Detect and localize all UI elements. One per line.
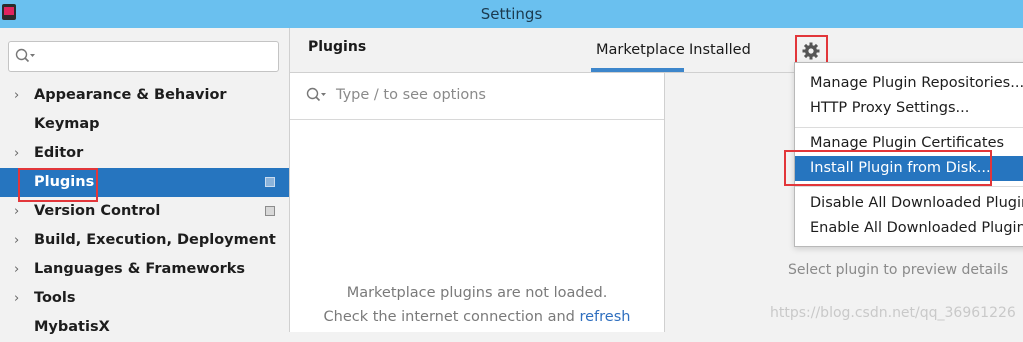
gear-dropdown-menu: Manage Plugin Repositories... HTTP Proxy…: [794, 62, 1023, 247]
sidebar-item-keymap[interactable]: Keymap: [0, 110, 289, 139]
chevron-right-icon: ›: [14, 233, 20, 248]
search-icon: [306, 87, 328, 107]
tab-installed[interactable]: Installed: [689, 42, 751, 58]
connection-message-text: Check the internet connection and: [323, 309, 580, 325]
menu-separator: [795, 186, 1023, 187]
refresh-link[interactable]: refresh: [579, 309, 630, 325]
menu-item-manage-plugin-certificates[interactable]: Manage Plugin Certificates: [795, 131, 1023, 156]
page-title: Plugins: [308, 39, 367, 55]
sidebar-item-plugins[interactable]: Plugins: [0, 168, 289, 197]
sidebar-item-editor[interactable]: › Editor: [0, 139, 289, 168]
settings-sidebar: › Appearance & Behavior Keymap › Editor …: [0, 28, 290, 335]
settings-search-input[interactable]: [8, 41, 279, 72]
chevron-right-icon: ›: [14, 291, 20, 306]
options-search-placeholder: Type / to see options: [336, 87, 486, 103]
window-titlebar: Settings: [0, 0, 1023, 28]
menu-item-enable-all-downloaded-plugins[interactable]: Enable All Downloaded Plugins: [795, 216, 1023, 241]
options-search-input[interactable]: Type / to see options: [290, 73, 664, 120]
sidebar-item-appearance-behavior[interactable]: › Appearance & Behavior: [0, 81, 289, 110]
sidebar-item-tools[interactable]: › Tools: [0, 284, 289, 313]
gear-icon[interactable]: [800, 40, 822, 62]
sidebar-item-build-execution-deployment[interactable]: › Build, Execution, Deployment: [0, 226, 289, 255]
watermark-text: https://blog.csdn.net/qq_36961226: [770, 305, 1016, 321]
menu-separator: [795, 127, 1023, 128]
chevron-right-icon: ›: [14, 88, 20, 103]
sidebar-item-mybatisx[interactable]: MybatisX: [0, 313, 289, 342]
menu-item-install-plugin-from-disk[interactable]: Install Plugin from Disk...: [795, 156, 1023, 181]
window-title: Settings: [480, 5, 543, 23]
menu-item-http-proxy-settings[interactable]: HTTP Proxy Settings...: [795, 96, 1023, 121]
sidebar-item-version-control[interactable]: › Version Control: [0, 197, 289, 226]
marketplace-not-loaded-message: Marketplace plugins are not loaded.: [346, 285, 608, 301]
intellij-app-icon: [2, 4, 16, 20]
preview-placeholder-message: Select plugin to preview details: [788, 262, 1009, 278]
marketplace-list-pane: Type / to see options Marketplace plugin…: [290, 73, 665, 332]
menu-item-manage-plugin-repositories[interactable]: Manage Plugin Repositories...: [795, 71, 1023, 96]
sidebar-item-languages-frameworks[interactable]: › Languages & Frameworks: [0, 255, 289, 284]
search-icon: [15, 48, 35, 68]
chevron-right-icon: ›: [14, 146, 20, 161]
active-tab-indicator: [591, 68, 684, 72]
chevron-right-icon: ›: [14, 262, 20, 277]
chevron-right-icon: ›: [14, 204, 20, 219]
connection-message: Check the internet connection and refres…: [290, 309, 664, 325]
menu-item-disable-all-downloaded-plugins[interactable]: Disable All Downloaded Plugins: [795, 191, 1023, 216]
tab-marketplace[interactable]: Marketplace: [596, 42, 685, 58]
project-level-icon: [265, 206, 275, 216]
project-level-icon: [265, 177, 275, 187]
